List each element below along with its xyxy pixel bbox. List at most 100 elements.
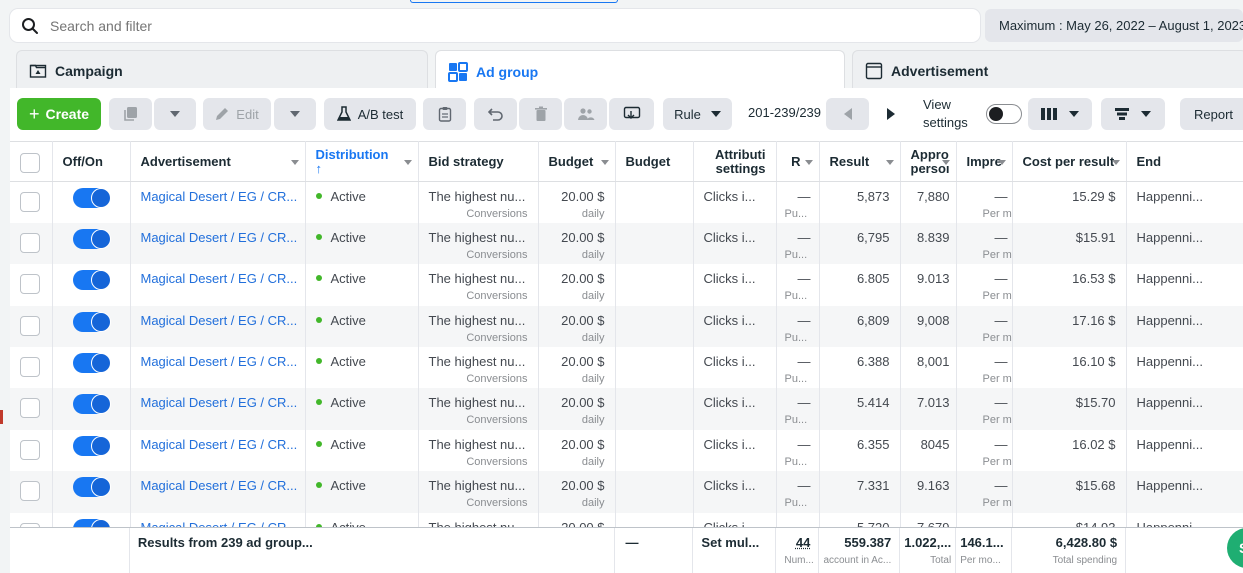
col-attribution-settings[interactable]: Attributi settings bbox=[693, 141, 777, 182]
row-checkbox[interactable] bbox=[20, 481, 40, 502]
search-bar[interactable] bbox=[10, 9, 980, 42]
impressions-cell: — Per m... bbox=[956, 471, 1013, 513]
budget-cell[interactable]: 20.00 $ daily bbox=[538, 471, 616, 513]
ad-name-link[interactable]: Magical Desert / EG / CR... bbox=[141, 395, 298, 410]
on-off-toggle[interactable] bbox=[73, 311, 111, 332]
table-row[interactable]: Magical Desert / EG / CR... Active The hig… bbox=[10, 305, 1243, 348]
table-row[interactable]: Magical Desert / EG / CR... Active The hig… bbox=[10, 222, 1243, 265]
create-button[interactable]: + Create bbox=[17, 98, 101, 130]
rule-dropdown[interactable]: Rule bbox=[663, 98, 732, 130]
ab-test-button[interactable]: A/B test bbox=[324, 98, 416, 130]
export-button[interactable] bbox=[609, 98, 654, 130]
ad-name-link[interactable]: Magical Desert / EG / CR... bbox=[141, 271, 298, 286]
col-result[interactable]: Result bbox=[819, 141, 901, 182]
clipboard-button[interactable] bbox=[423, 98, 466, 130]
row-toggle-cell bbox=[52, 222, 131, 265]
ad-name-link[interactable]: Magical Desert / EG / CR... bbox=[141, 354, 298, 369]
attribution-text: Clicks i... bbox=[703, 229, 756, 245]
edit-dropdown[interactable] bbox=[274, 98, 316, 130]
on-off-toggle[interactable] bbox=[73, 394, 111, 415]
grid-icon bbox=[448, 61, 468, 82]
people-icon bbox=[577, 108, 594, 120]
previous-page-button[interactable] bbox=[826, 98, 869, 130]
col-distribution[interactable]: Distribution ↑ bbox=[305, 141, 419, 182]
col-approx-persons[interactable]: Appro persoı bbox=[900, 141, 957, 182]
report-button[interactable]: Report bbox=[1180, 98, 1243, 130]
col-off-on[interactable]: Off/On bbox=[52, 141, 131, 182]
search-input[interactable] bbox=[50, 17, 980, 34]
tab-advertisement[interactable]: Advertisement bbox=[852, 50, 1243, 90]
ad-name-link[interactable]: Magical Desert / EG / CR... bbox=[141, 478, 298, 493]
impressions-cell: — Per m... bbox=[956, 347, 1013, 389]
budget-2-cell bbox=[615, 222, 694, 265]
breakdown-button[interactable] bbox=[1101, 98, 1165, 130]
row-checkbox[interactable] bbox=[20, 274, 40, 295]
impressions-sub: Per m... bbox=[982, 414, 1012, 427]
row-checkbox[interactable] bbox=[20, 192, 40, 212]
row-checkbox[interactable] bbox=[20, 357, 40, 378]
on-off-toggle[interactable] bbox=[73, 435, 111, 456]
status-dot-icon bbox=[315, 316, 322, 323]
ad-name-link[interactable]: Magical Desert / EG / CR... bbox=[141, 230, 298, 245]
budget-cell[interactable]: 20.00 $ daily bbox=[538, 181, 616, 223]
col-budget-2[interactable]: Budget bbox=[615, 141, 694, 182]
view-settings-toggle[interactable] bbox=[986, 104, 1022, 124]
columns-button[interactable] bbox=[1028, 98, 1092, 130]
plus-icon: + bbox=[28, 103, 40, 124]
on-off-toggle[interactable] bbox=[73, 270, 111, 291]
budget-cell[interactable]: 20.00 $ daily bbox=[538, 264, 616, 306]
budget-cell[interactable]: 20.00 $ daily bbox=[538, 222, 616, 265]
ad-name-link[interactable]: Magical Desert / EG / CR... bbox=[141, 437, 298, 452]
row-checkbox[interactable] bbox=[20, 232, 40, 253]
row-toggle-cell bbox=[52, 471, 131, 513]
table-row[interactable]: Magical Desert / EG / CR... Active The hig… bbox=[10, 264, 1243, 306]
col-cost-per-result[interactable]: Cost per result bbox=[1012, 141, 1127, 182]
row-checkbox[interactable] bbox=[20, 315, 40, 336]
edit-button[interactable]: Edit bbox=[203, 98, 271, 130]
budget-value: 20.00 $ bbox=[561, 271, 605, 287]
col-budget[interactable]: Budget bbox=[538, 141, 616, 182]
select-all-checkbox[interactable] bbox=[20, 153, 40, 173]
bid-strategy-text: The highest nu... bbox=[428, 354, 526, 370]
end-value: Happenni... bbox=[1136, 354, 1204, 370]
tab-ad-group[interactable]: Ad group bbox=[435, 50, 845, 92]
table-row[interactable]: Magical Desert / EG / CR... Active The hig… bbox=[10, 347, 1243, 389]
duplicate-icon bbox=[123, 107, 137, 121]
impressions-value: — bbox=[994, 271, 1008, 287]
col-end[interactable]: End bbox=[1126, 141, 1243, 182]
on-off-toggle[interactable] bbox=[73, 353, 111, 374]
table-row[interactable]: Magical Desert / EG / CR... Active The hig… bbox=[10, 429, 1243, 472]
budget-cell[interactable]: 20.00 $ daily bbox=[538, 388, 616, 430]
budget-cell[interactable]: 20.00 $ daily bbox=[538, 347, 616, 389]
date-range-picker[interactable]: Maximum : May 26, 2022 – August 1, 2023 bbox=[985, 9, 1243, 42]
table-row[interactable]: Magical Desert / EG / CR... Active The hig… bbox=[10, 471, 1243, 513]
ad-name-link[interactable]: Magical Desert / EG / CR... bbox=[141, 189, 298, 204]
bid-strategy-cell: The highest nu... Conversions bbox=[418, 181, 539, 223]
on-off-toggle[interactable] bbox=[73, 188, 111, 208]
budget-cell[interactable]: 20.00 $ daily bbox=[538, 429, 616, 472]
col-advertisement[interactable]: Advertisement bbox=[130, 141, 306, 182]
audience-button[interactable] bbox=[564, 98, 607, 130]
table-row[interactable]: Magical Desert / EG / CR... Active The hig… bbox=[10, 388, 1243, 430]
on-off-toggle[interactable] bbox=[73, 228, 111, 249]
col-r[interactable]: R bbox=[776, 141, 820, 182]
next-page-button[interactable] bbox=[871, 98, 911, 130]
col-bid-strategy[interactable]: Bid strategy bbox=[418, 141, 539, 182]
on-off-toggle[interactable] bbox=[73, 477, 111, 498]
undo-button[interactable] bbox=[474, 98, 517, 130]
bid-strategy-text: The highest nu... bbox=[428, 395, 526, 411]
ad-name-link[interactable]: Magical Desert / EG / CR... bbox=[141, 313, 298, 328]
ads-manager-page: Maximum : May 26, 2022 – August 1, 2023 … bbox=[0, 0, 1243, 573]
budget-cell[interactable]: 20.00 $ daily bbox=[538, 305, 616, 348]
tab-campaign[interactable]: Campaign bbox=[16, 50, 428, 90]
delete-button[interactable] bbox=[519, 98, 562, 130]
table-row[interactable]: Magical Desert / EG / CR... Active The hig… bbox=[10, 181, 1243, 223]
duplicate-dropdown[interactable] bbox=[154, 98, 196, 130]
bid-strategy-cell: The highest nu... Conversions bbox=[418, 305, 539, 348]
end-value: Happenni... bbox=[1136, 229, 1204, 245]
ad-name-cell: Magical Desert / EG / CR... bbox=[130, 264, 306, 306]
row-checkbox[interactable] bbox=[20, 398, 40, 419]
col-impressions[interactable]: Impre bbox=[956, 141, 1013, 182]
row-checkbox[interactable] bbox=[20, 439, 40, 460]
duplicate-button[interactable] bbox=[109, 98, 152, 130]
